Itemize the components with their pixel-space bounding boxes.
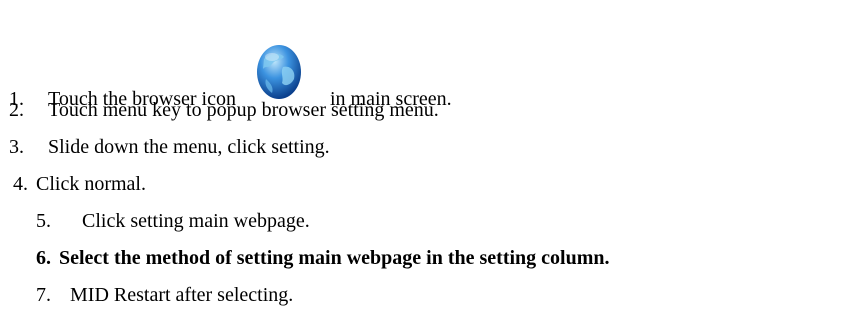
step-text: Touch menu key to popup browser setting …	[48, 99, 439, 121]
step-number: 6.	[36, 247, 51, 269]
step-7: 7. MID Restart after selecting.	[36, 283, 293, 307]
step-number: 7.	[36, 284, 51, 306]
step-number: 5.	[36, 210, 51, 232]
step-number: 2.	[9, 99, 24, 121]
step-4: 4. Click normal.	[13, 172, 146, 196]
step-text: Slide down the menu, click setting.	[48, 136, 330, 158]
step-2: 2. Touch menu key to popup browser settin…	[9, 98, 439, 122]
step-text: Click normal.	[36, 173, 146, 195]
step-text: Click setting main webpage.	[82, 210, 310, 232]
step-6: 6. Select the method of setting main webp…	[36, 246, 610, 270]
browser-globe-icon	[250, 43, 308, 101]
step-text: MID Restart after selecting.	[70, 284, 294, 306]
step-text: Select the method of setting main webpag…	[59, 247, 610, 269]
step-5: 5. Click setting main webpage.	[36, 209, 310, 233]
step-3: 3. Slide down the menu, click setting.	[9, 135, 330, 159]
step-number: 3.	[9, 136, 24, 158]
step-number: 4.	[13, 173, 28, 195]
